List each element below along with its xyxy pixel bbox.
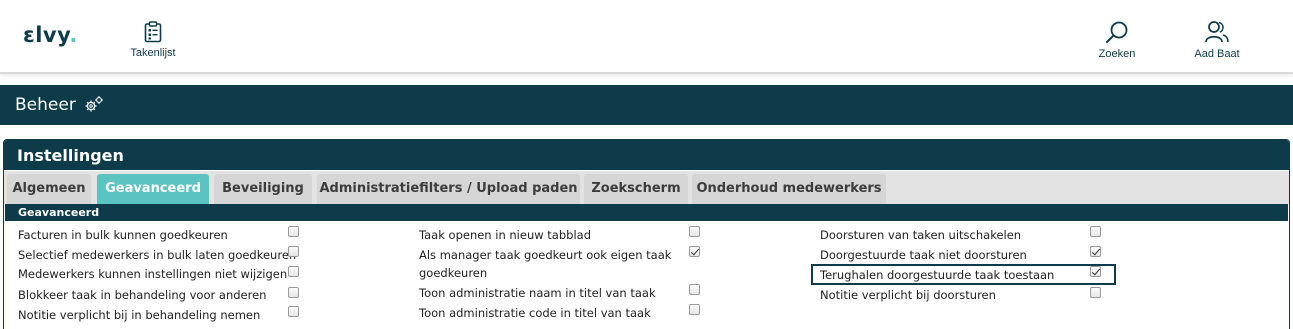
- nav-user-label: Aad Baat: [1194, 48, 1240, 60]
- panel-header: Instellingen: [4, 140, 1289, 170]
- option-checkbox[interactable]: [288, 287, 299, 298]
- search-icon: [1106, 21, 1128, 43]
- logo-dot: .: [69, 23, 78, 47]
- nav-user[interactable]: Aad Baat: [1180, 20, 1254, 60]
- tab-zoekscherm[interactable]: Zoekscherm: [584, 174, 688, 204]
- tab-geavanceerd[interactable]: Geavanceerd: [97, 174, 209, 204]
- tab-onderhoud-medewerkers[interactable]: Onderhoud medewerkers: [692, 174, 886, 204]
- users-icon: [1205, 21, 1229, 43]
- option-checkbox[interactable]: [689, 284, 700, 295]
- tab-administratiefilters[interactable]: Administratiefilters / Upload paden: [317, 174, 580, 204]
- panel-title: Instellingen: [17, 146, 124, 165]
- section-header: Geavanceerd: [5, 204, 1288, 221]
- option-label: Facturen in bulk kunnen goedkeuren: [18, 228, 228, 242]
- option-checkbox[interactable]: [689, 226, 700, 237]
- nav-takenlijst[interactable]: Takenlijst: [120, 21, 186, 59]
- option-checkbox[interactable]: [288, 306, 299, 317]
- option-checkbox[interactable]: [1090, 226, 1101, 237]
- option-label: Taak openen in nieuw tabblad: [419, 228, 591, 242]
- option-label: Selectief medewerkers in bulk laten goed…: [18, 248, 297, 262]
- option-checkbox[interactable]: [288, 266, 299, 277]
- option-label: Als manager taak goedkeurt ook eigen taa…: [419, 248, 672, 280]
- option-checkbox[interactable]: [288, 226, 299, 237]
- option-label: Toon administratie code in titel van taa…: [419, 306, 651, 320]
- app-logo[interactable]: ɛlvy.: [23, 23, 78, 47]
- option-label: Blokkeer taak in behandeling voor andere…: [18, 288, 267, 302]
- logo-text: ɛlvy: [23, 23, 70, 47]
- option-checkbox[interactable]: [689, 304, 700, 315]
- top-bar: ɛlvy. Takenlijst Zoeken Aad Baat: [0, 0, 1293, 74]
- option-checkbox[interactable]: [1090, 287, 1101, 298]
- option-label: Notitie verplicht bij in behandeling nem…: [18, 308, 261, 322]
- option-checkbox[interactable]: [1090, 266, 1101, 277]
- option-label: Doorgestuurde taak niet doorsturen: [820, 248, 1027, 262]
- option-checkbox[interactable]: [689, 246, 700, 257]
- option-label: Toon administratie naam in titel van taa…: [419, 286, 656, 300]
- option-checkbox[interactable]: [288, 246, 299, 257]
- option-label: Terughalen doorgestuurde taak toestaan: [820, 268, 1055, 282]
- tab-algemeen[interactable]: Algemeen: [7, 174, 91, 204]
- option-checkbox[interactable]: [1090, 246, 1101, 257]
- option-label: Notitie verplicht bij doorsturen: [820, 288, 996, 302]
- clipboard-icon: [144, 21, 162, 43]
- beheer-header: Beheer: [0, 85, 1293, 125]
- tab-beveiliging[interactable]: Beveiliging: [214, 174, 312, 204]
- section-title: Geavanceerd: [18, 206, 100, 219]
- settings-tabs: Algemeen Geavanceerd Beveiliging Adminis…: [4, 171, 1289, 204]
- gears-icon: [85, 96, 103, 112]
- option-label: Doorsturen van taken uitschakelen: [820, 228, 1022, 242]
- nav-search-label: Zoeken: [1098, 48, 1136, 60]
- option-label: Medewerkers kunnen instellingen niet wij…: [18, 267, 288, 281]
- page-title: Beheer: [15, 95, 76, 115]
- nav-search[interactable]: Zoeken: [1088, 20, 1146, 60]
- nav-takenlijst-label: Takenlijst: [130, 47, 176, 59]
